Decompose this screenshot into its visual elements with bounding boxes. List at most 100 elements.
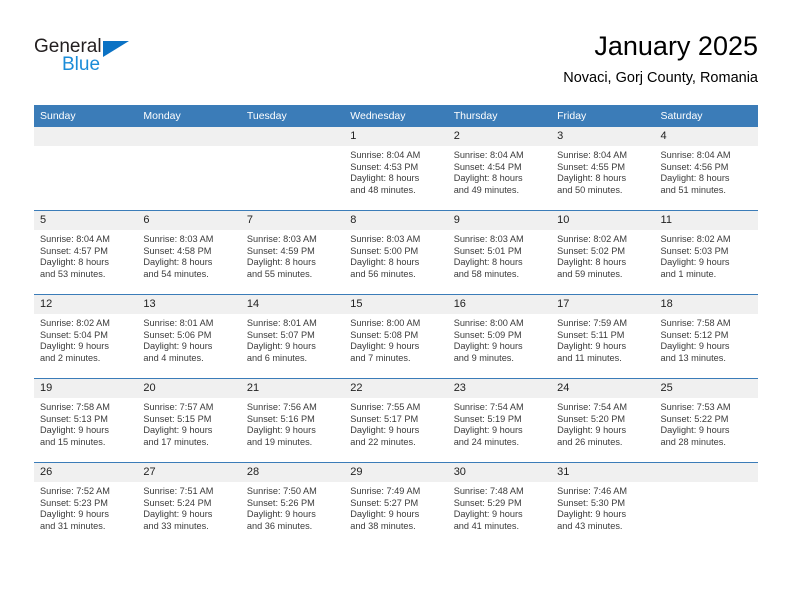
sunrise-line: Sunrise: 8:01 AM [246,318,317,328]
day-number: 19 [34,379,138,398]
calendar-day-cell[interactable]: 6 Sunrise: 8:03 AM Sunset: 4:58 PM Daylight… [137,210,241,295]
calendar-day-cell[interactable]: 19 Sunrise: 7:58 AM Sunset: 5:13 PM Dayligh… [34,378,138,463]
day-number: 15 [344,295,448,314]
sunset-line: Sunset: 5:12 PM [660,329,729,340]
calendar-day-cell[interactable]: 22 Sunrise: 7:55 AM Sunset: 5:17 PM Dayligh… [344,378,448,463]
calendar-day-cell[interactable]: 10 Sunrise: 8:02 AM Sunset: 5:02 PM Dayligh… [551,210,655,295]
calendar-day-cell[interactable]: 30 Sunrise: 7:48 AM Sunset: 5:29 PM Dayligh… [447,462,552,546]
day-number: 28 [240,463,345,482]
day-details: Sunrise: 7:48 AM Sunset: 5:29 PM Daylight:… [448,482,551,532]
day-details: Sunrise: 8:03 AM Sunset: 4:58 PM Daylight:… [137,230,240,280]
day-number: 13 [137,295,241,314]
daylight-line-2: and 15 minutes. [40,436,106,447]
sunrise-line: Sunrise: 7:54 AM [453,402,524,412]
calendar-day-cell[interactable]: 8 Sunrise: 8:03 AM Sunset: 5:00 PM Daylight… [344,210,448,295]
sunrise-line: Sunrise: 7:49 AM [350,486,421,496]
daylight-line-1: Daylight: 9 hours [660,257,730,268]
calendar-day-cell[interactable]: 28 Sunrise: 7:50 AM Sunset: 5:26 PM Dayligh… [240,462,345,546]
general-blue-logo: General Blue [34,36,154,82]
day-number: 8 [344,211,448,230]
calendar-day-cell[interactable]: 21 Sunrise: 7:56 AM Sunset: 5:16 PM Dayligh… [240,378,345,463]
day-details [655,482,758,486]
day-number: 9 [447,211,552,230]
daylight-line-2: and 31 minutes. [40,520,106,531]
sunset-line: Sunset: 5:15 PM [143,413,212,424]
day-details [34,146,137,150]
daylight-line-2: and 56 minutes. [350,268,416,279]
sunset-line: Sunset: 4:55 PM [557,161,626,172]
sunrise-line: Sunrise: 7:58 AM [660,318,731,328]
daylight-line-2: and 22 minutes. [350,436,416,447]
daylight-line-2: and 36 minutes. [246,520,313,531]
day-number [654,463,758,482]
calendar-day-cell[interactable]: 24 Sunrise: 7:54 AM Sunset: 5:20 PM Dayligh… [551,378,655,463]
sunset-line: Sunset: 4:56 PM [660,161,729,172]
day-details: Sunrise: 7:54 AM Sunset: 5:19 PM Daylight:… [448,398,551,448]
calendar-day-cell[interactable]: 20 Sunrise: 7:57 AM Sunset: 5:15 PM Dayligh… [137,378,241,463]
calendar-day-cell[interactable]: 26 Sunrise: 7:52 AM Sunset: 5:23 PM Dayligh… [34,462,138,546]
daylight-line-1: Daylight: 9 hours [143,425,213,436]
sunset-line: Sunset: 4:57 PM [40,245,108,256]
calendar-day-cell[interactable]: 14 Sunrise: 8:01 AM Sunset: 5:07 PM Dayligh… [240,294,345,379]
sunset-line: Sunset: 5:19 PM [453,413,522,424]
sunset-line: Sunset: 5:03 PM [660,245,729,256]
calendar-day-cell[interactable]: 18 Sunrise: 7:58 AM Sunset: 5:12 PM Dayligh… [654,294,758,379]
day-number: 23 [447,379,552,398]
day-details: Sunrise: 8:03 AM Sunset: 4:59 PM Daylight:… [241,230,344,280]
sunset-line: Sunset: 5:22 PM [660,413,729,424]
daylight-line-1: Daylight: 8 hours [557,173,627,184]
calendar-day-cell[interactable]: 5 Sunrise: 8:04 AM Sunset: 4:57 PM Daylight… [34,210,138,295]
calendar-day-cell[interactable]: 13 Sunrise: 8:01 AM Sunset: 5:06 PM Dayligh… [137,294,241,379]
daylight-line-2: and 17 minutes. [143,436,209,447]
sunrise-line: Sunrise: 8:04 AM [40,234,110,244]
weekday-header-sunday: Sunday [34,105,138,127]
day-number: 22 [344,379,448,398]
calendar-day-cell[interactable]: 25 Sunrise: 7:53 AM Sunset: 5:22 PM Dayligh… [654,378,758,463]
weekday-header-monday: Monday [137,105,241,127]
day-number: 4 [654,127,758,146]
sunset-line: Sunset: 5:23 PM [40,497,108,508]
daylight-line-2: and 51 minutes. [660,184,726,195]
day-number: 24 [551,379,655,398]
day-details: Sunrise: 7:49 AM Sunset: 5:27 PM Daylight:… [344,482,447,532]
calendar-day-cell[interactable]: 11 Sunrise: 8:02 AM Sunset: 5:03 PM Dayligh… [654,210,758,295]
calendar-day-cell[interactable]: 15 Sunrise: 8:00 AM Sunset: 5:08 PM Dayligh… [344,294,448,379]
sunset-line: Sunset: 5:08 PM [350,329,419,340]
sunrise-line: Sunrise: 7:57 AM [143,402,214,412]
calendar-day-cell[interactable]: 17 Sunrise: 7:59 AM Sunset: 5:11 PM Dayligh… [551,294,655,379]
daylight-line-2: and 6 minutes. [246,352,308,363]
sunrise-line: Sunrise: 7:53 AM [660,402,731,412]
daylight-line-2: and 43 minutes. [557,520,623,531]
calendar-week-row: 1 Sunrise: 8:04 AM Sunset: 4:53 PM Daylight… [34,127,758,211]
daylight-line-1: Daylight: 8 hours [453,173,523,184]
calendar-day-cell[interactable]: 16 Sunrise: 8:00 AM Sunset: 5:09 PM Dayligh… [447,294,552,379]
calendar-day-cell[interactable]: 27 Sunrise: 7:51 AM Sunset: 5:24 PM Dayligh… [137,462,241,546]
calendar-day-cell[interactable]: 31 Sunrise: 7:46 AM Sunset: 5:30 PM Dayligh… [551,462,655,546]
calendar-day-cell[interactable]: 12 Sunrise: 8:02 AM Sunset: 5:04 PM Dayligh… [34,294,138,379]
sunrise-line: Sunrise: 8:03 AM [143,234,214,244]
calendar-day-cell[interactable]: 1 Sunrise: 8:04 AM Sunset: 4:53 PM Daylight… [344,127,448,211]
day-number: 30 [447,463,552,482]
calendar-day-cell[interactable]: 23 Sunrise: 7:54 AM Sunset: 5:19 PM Dayligh… [447,378,552,463]
daylight-line-1: Daylight: 9 hours [246,341,316,352]
calendar-day-cell[interactable]: 4 Sunrise: 8:04 AM Sunset: 4:56 PM Daylight… [654,127,758,211]
day-number: 17 [551,295,655,314]
calendar-day-cell[interactable]: 9 Sunrise: 8:03 AM Sunset: 5:01 PM Daylight… [447,210,552,295]
calendar-day-cell[interactable]: 29 Sunrise: 7:49 AM Sunset: 5:27 PM Dayligh… [344,462,448,546]
calendar-day-cell[interactable]: 3 Sunrise: 8:04 AM Sunset: 4:55 PM Daylight… [551,127,655,211]
day-details: Sunrise: 7:59 AM Sunset: 5:11 PM Daylight:… [551,314,654,364]
calendar-day-cell[interactable]: 2 Sunrise: 8:04 AM Sunset: 4:54 PM Daylight… [447,127,552,211]
day-number: 10 [551,211,655,230]
sunset-line: Sunset: 4:54 PM [453,161,522,172]
calendar-day-cell-empty [240,127,345,211]
daylight-line-1: Daylight: 8 hours [350,173,420,184]
sunset-line: Sunset: 5:04 PM [40,329,108,340]
logo-text-blue: Blue [62,54,101,75]
weekday-header-thursday: Thursday [447,105,552,127]
calendar-day-cell[interactable]: 7 Sunrise: 8:03 AM Sunset: 4:59 PM Daylight… [240,210,345,295]
calendar-week-row: 26 Sunrise: 7:52 AM Sunset: 5:23 PM Dayligh… [34,462,758,546]
daylight-line-1: Daylight: 9 hours [453,509,523,520]
sunset-line: Sunset: 5:20 PM [557,413,626,424]
sunrise-line: Sunrise: 7:48 AM [453,486,524,496]
weekday-header-friday: Friday [551,105,655,127]
